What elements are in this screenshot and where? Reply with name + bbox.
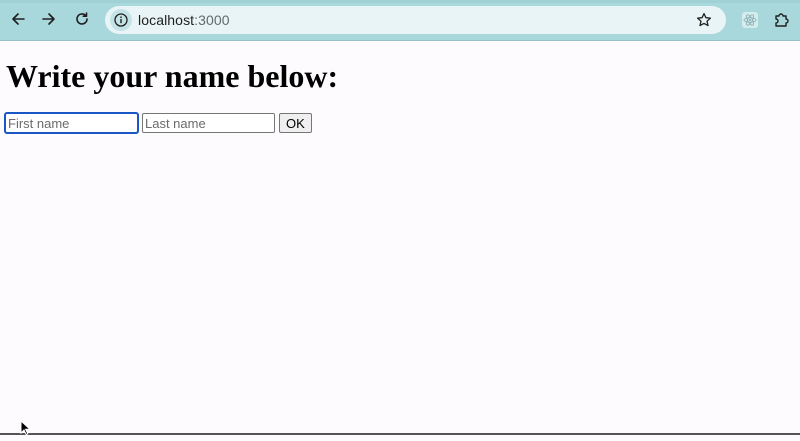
star-icon [696,12,712,27]
react-icon [742,12,758,28]
page-content: Write your name below: OK [0,41,800,435]
page-heading: Write your name below: [6,58,339,94]
first-name-input[interactable] [5,113,138,133]
toolbar-top-accent [0,0,800,3]
name-form: OK [5,113,312,133]
url-text: localhost:3000 [138,12,230,28]
site-info-button[interactable] [110,9,132,31]
ok-button[interactable]: OK [279,113,312,133]
forward-arrow-icon [42,13,55,25]
url-host: localhost [138,12,195,28]
bookmark-button[interactable] [694,10,714,30]
reload-button[interactable] [70,7,94,31]
react-devtools-extension[interactable] [739,9,761,31]
url-port: :3000 [194,12,230,28]
mouse-cursor-icon [20,419,32,441]
extensions-button[interactable] [771,9,793,31]
address-bar[interactable]: localhost:3000 [105,6,726,34]
back-arrow-icon [12,13,25,25]
last-name-input[interactable] [142,113,275,133]
reload-icon [76,12,88,25]
browser-toolbar: localhost:3000 [0,0,800,41]
info-icon [114,13,128,27]
back-button[interactable] [6,7,30,31]
forward-button[interactable] [37,7,61,31]
puzzle-icon [775,13,789,27]
